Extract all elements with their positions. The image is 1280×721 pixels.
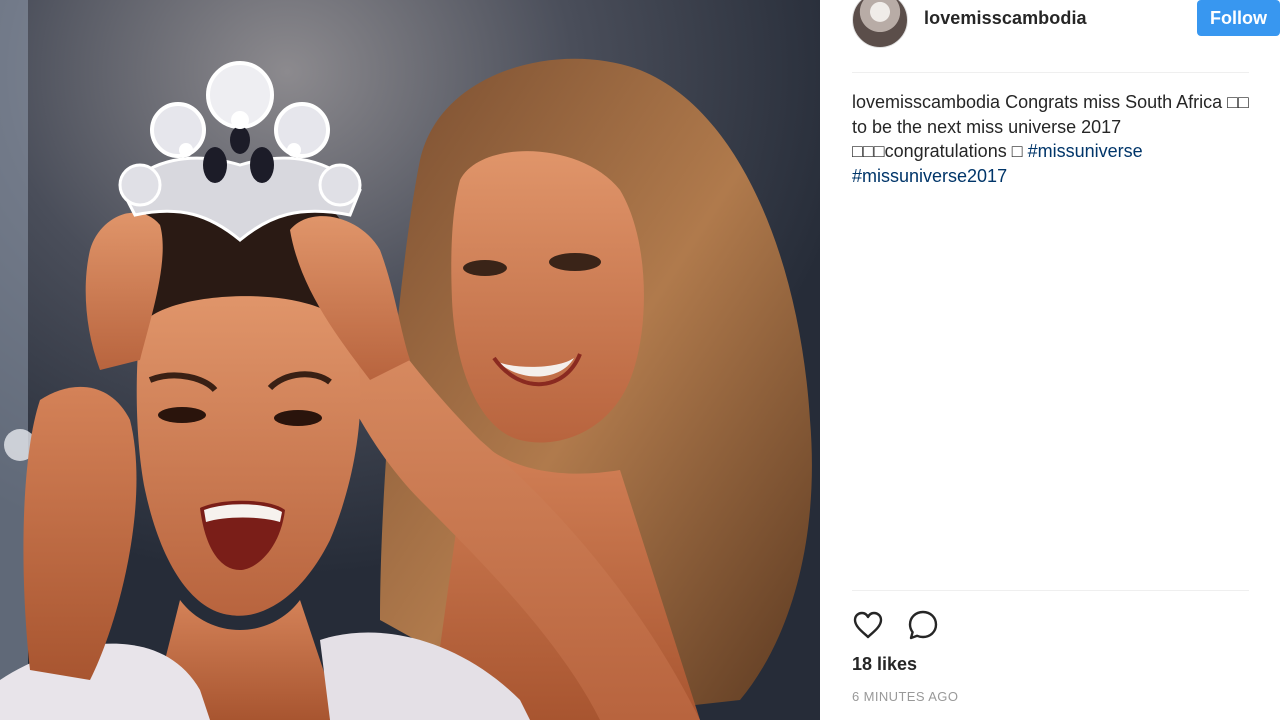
post-header: lovemisscambodia Follow xyxy=(852,0,1280,73)
post-timestamp[interactable]: 6 MINUTES AGO xyxy=(852,689,958,704)
caption-emoji-3: □ xyxy=(1011,141,1023,161)
post-caption: lovemisscambodia Congrats miss South Afr… xyxy=(852,90,1249,188)
username-link[interactable]: lovemisscambodia xyxy=(924,8,1087,29)
like-button[interactable] xyxy=(850,607,886,643)
post-sidebar: lovemisscambodia Follow lovemisscambodia… xyxy=(820,0,1280,720)
caption-text-1: Congrats miss South Africa xyxy=(1000,92,1228,112)
post-photo[interactable] xyxy=(0,0,820,720)
hashtag-link-2[interactable]: #missuniverse2017 xyxy=(852,166,1007,186)
heart-icon xyxy=(853,611,883,639)
photo-illustration xyxy=(0,0,820,720)
follow-button[interactable]: Follow xyxy=(1197,0,1280,36)
caption-emoji-2: □□□ xyxy=(852,141,885,161)
post-actions: 18 likes 6 MINUTES AGO xyxy=(852,590,1249,721)
caption-username-link[interactable]: lovemisscambodia xyxy=(852,92,1000,112)
speech-bubble-icon xyxy=(908,610,938,640)
caption-text-2: to be the next miss universe 2017 xyxy=(852,116,1122,137)
caption-emoji-1: □□ xyxy=(1227,92,1249,112)
caption-text-3: congratulations xyxy=(884,141,1012,161)
likes-count[interactable]: 18 likes xyxy=(852,654,917,675)
comment-button[interactable] xyxy=(905,607,941,643)
hashtag-link-1[interactable]: #missuniverse xyxy=(1028,141,1143,161)
avatar[interactable] xyxy=(852,0,908,48)
